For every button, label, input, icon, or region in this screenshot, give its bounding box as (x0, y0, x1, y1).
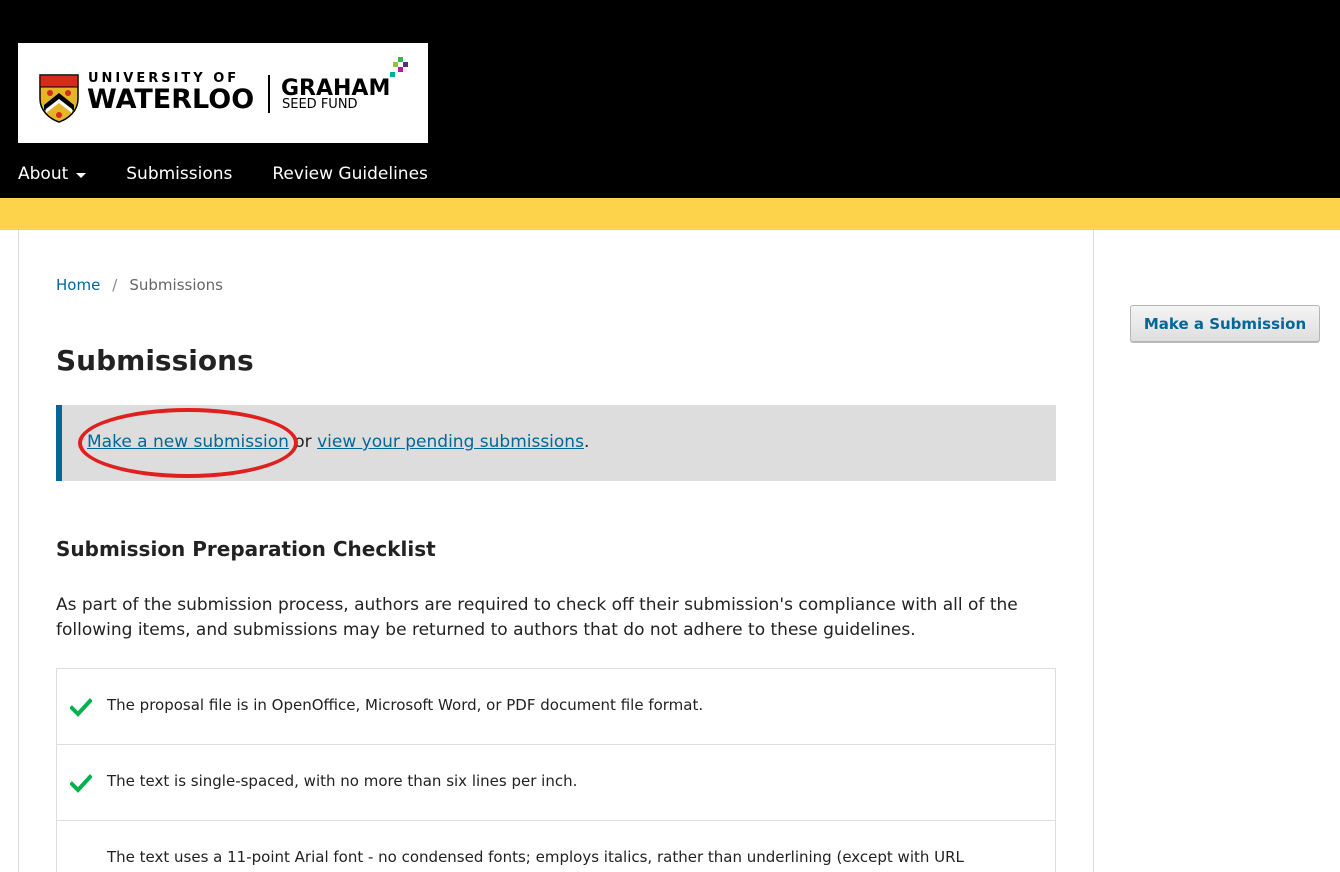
nav-submissions[interactable]: Submissions (126, 164, 232, 184)
logo-waterloo: WATERLOO (87, 84, 255, 115)
site-header: UNIVERSITY OF WATERLOO GRAHAM SEED FUND … (0, 0, 1340, 198)
caret-down-icon (76, 173, 87, 178)
notice-period: . (583, 432, 590, 452)
page-title: Submissions (56, 344, 254, 377)
logo-seed-fund: SEED FUND (282, 97, 358, 112)
accent-bar (0, 198, 1340, 230)
checklist-item-text: The text uses a 11-point Arial font - no… (107, 848, 964, 866)
checklist-intro: As part of the submission process, autho… (56, 595, 1018, 640)
logo-divider (268, 75, 270, 113)
site-logo[interactable]: UNIVERSITY OF WATERLOO GRAHAM SEED FUND (18, 43, 428, 143)
checklist-item: The text is single-spaced, with no more … (57, 745, 1055, 821)
logo-pixel-icon (390, 72, 395, 77)
view-pending-submissions-link[interactable]: view your pending submissions (317, 432, 584, 452)
checklist-item: The proposal file is in OpenOffice, Micr… (57, 669, 1055, 745)
submission-checklist: The proposal file is in OpenOffice, Micr… (56, 668, 1056, 872)
nav-about-label: About (18, 164, 69, 184)
logo-pixel-icon (398, 67, 403, 72)
main-content: Home / Submissions Submissions Make a ne… (18, 230, 1094, 872)
submission-notice: Make a new submission or view your pendi… (56, 405, 1056, 481)
checkmark-icon (70, 774, 92, 793)
primary-nav: About Submissions Review Guidelines (18, 160, 468, 188)
checkmark-icon (70, 698, 92, 717)
checklist-item-text: The proposal file is in OpenOffice, Micr… (107, 696, 704, 714)
breadcrumb: Home / Submissions (56, 276, 223, 294)
nav-review-guidelines[interactable]: Review Guidelines (272, 164, 428, 184)
university-crest-icon (39, 74, 79, 123)
checklist-item-text: The text is single-spaced, with no more … (107, 772, 578, 790)
annotation-circle (78, 408, 298, 478)
make-a-submission-button[interactable]: Make a Submission (1130, 305, 1320, 342)
checklist-title: Submission Preparation Checklist (56, 537, 436, 561)
nav-about[interactable]: About (18, 164, 87, 184)
logo-pixel-icon (403, 62, 408, 67)
breadcrumb-home-link[interactable]: Home (56, 276, 100, 294)
breadcrumb-separator: / (112, 276, 118, 294)
breadcrumb-current: Submissions (129, 276, 223, 294)
checklist-item: The text uses a 11-point Arial font - no… (57, 821, 1055, 872)
